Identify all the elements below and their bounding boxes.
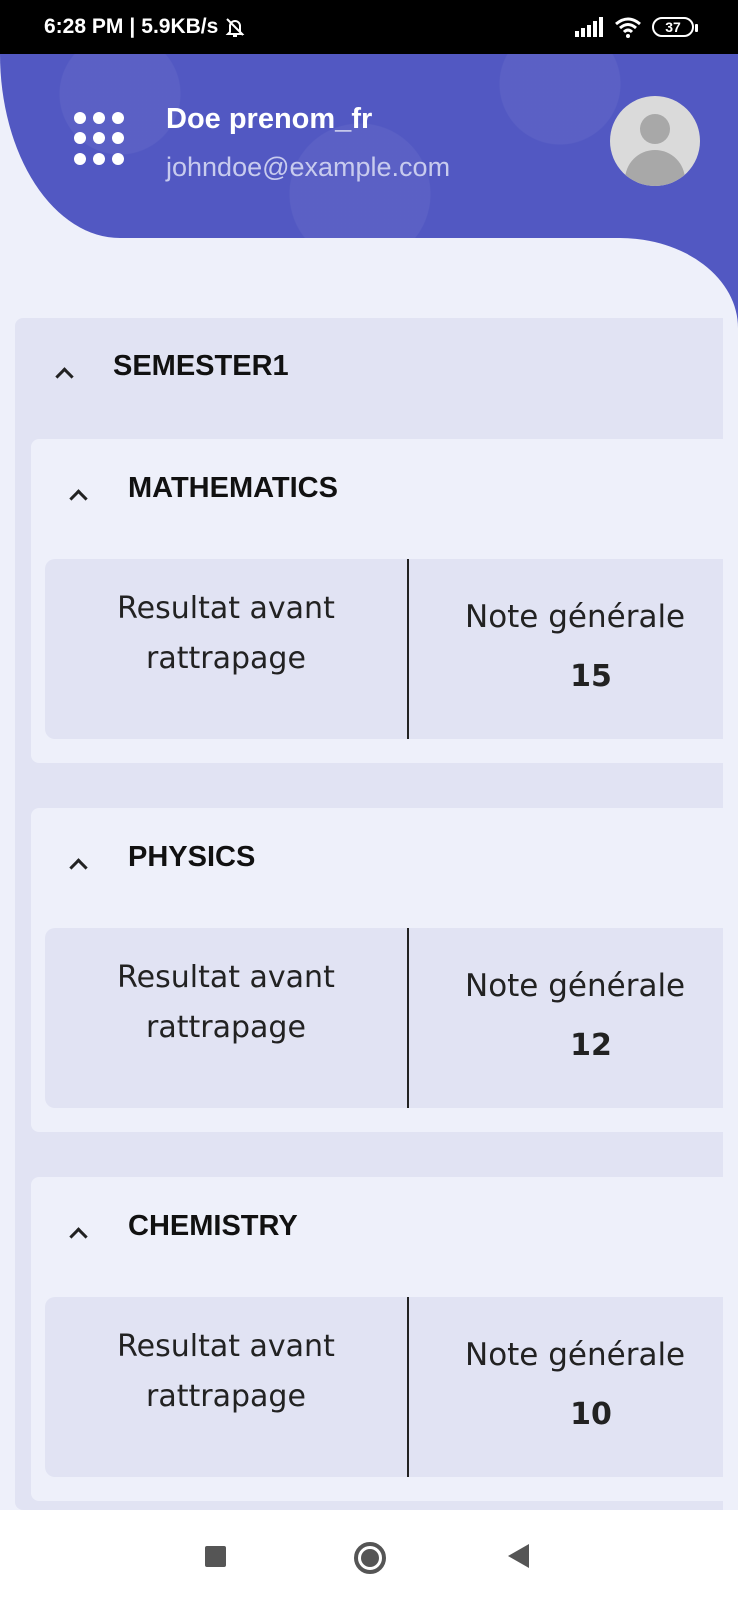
result-box: Resultat avant rattrapage Note générale …: [45, 928, 723, 1108]
chevron-up-icon: [55, 367, 74, 386]
result-box: Resultat avant rattrapage Note générale …: [45, 1297, 723, 1477]
status-network-speed: 5.9KB/s: [141, 15, 219, 38]
battery-icon: 37: [652, 17, 698, 37]
semester-title: SEMESTER1: [113, 350, 289, 382]
course-title: PHYSICS: [128, 841, 256, 873]
semester-panel: SEMESTER1 MATHEMATICS Resultat avant rat…: [15, 318, 723, 1510]
chevron-up-icon: [69, 858, 88, 877]
course-header-physics[interactable]: PHYSICS: [31, 808, 723, 908]
status-left: 6:28 PM | 5.9KB/s: [44, 15, 246, 39]
grid-dots-icon[interactable]: [74, 112, 128, 166]
square-recents-icon[interactable]: [205, 1546, 226, 1567]
course-header-chemistry[interactable]: CHEMISTRY: [31, 1177, 723, 1277]
user-avatar-icon[interactable]: [610, 96, 700, 186]
result-divider: [407, 928, 409, 1108]
semester-header[interactable]: SEMESTER1: [15, 318, 723, 418]
note-label: Note générale: [465, 599, 686, 635]
note-label: Note générale: [465, 968, 686, 1004]
wifi-icon: [615, 17, 641, 38]
status-separator: |: [129, 15, 136, 38]
status-right: 37: [574, 16, 698, 38]
user-email: johndoe@example.com: [166, 152, 451, 182]
course-card-chemistry: CHEMISTRY Resultat avant rattrapage Note…: [31, 1177, 723, 1501]
note-value: 12: [570, 1028, 612, 1063]
note-value: 10: [570, 1397, 612, 1432]
status-time: 6:28 PM: [44, 15, 124, 38]
chevron-up-icon: [69, 489, 88, 508]
triangle-back-icon[interactable]: [508, 1544, 529, 1568]
result-box: Resultat avant rattrapage Note générale …: [45, 559, 723, 739]
result-divider: [407, 1297, 409, 1477]
note-value: 15: [570, 659, 612, 694]
result-label: Resultat avant rattrapage: [117, 591, 335, 676]
result-label: Resultat avant rattrapage: [117, 960, 335, 1045]
user-name: Doe prenom_fr: [166, 103, 373, 135]
course-card-physics: PHYSICS Resultat avant rattrapage Note g…: [31, 808, 723, 1132]
course-header-mathematics[interactable]: MATHEMATICS: [31, 439, 723, 539]
result-divider: [407, 559, 409, 739]
note-label: Note générale: [465, 1337, 686, 1373]
avatar-head: [640, 114, 670, 144]
avatar-body: [625, 150, 685, 186]
header-corner-curve: [620, 238, 738, 328]
course-title: MATHEMATICS: [128, 472, 338, 504]
signal-icon: [575, 17, 603, 37]
circle-home-icon[interactable]: [354, 1542, 386, 1574]
note-block: Note générale 12: [411, 928, 723, 1108]
chevron-up-icon: [69, 1227, 88, 1246]
note-block: Note générale 10: [411, 1297, 723, 1477]
system-nav-bar: [0, 1510, 738, 1600]
status-bar: 6:28 PM | 5.9KB/s 37: [0, 0, 738, 54]
bell-muted-icon: [225, 18, 245, 37]
course-title: CHEMISTRY: [128, 1210, 298, 1242]
course-card-mathematics: MATHEMATICS Resultat avant rattrapage No…: [31, 439, 723, 763]
result-label: Resultat avant rattrapage: [117, 1329, 335, 1414]
note-block: Note générale 15: [411, 559, 723, 739]
